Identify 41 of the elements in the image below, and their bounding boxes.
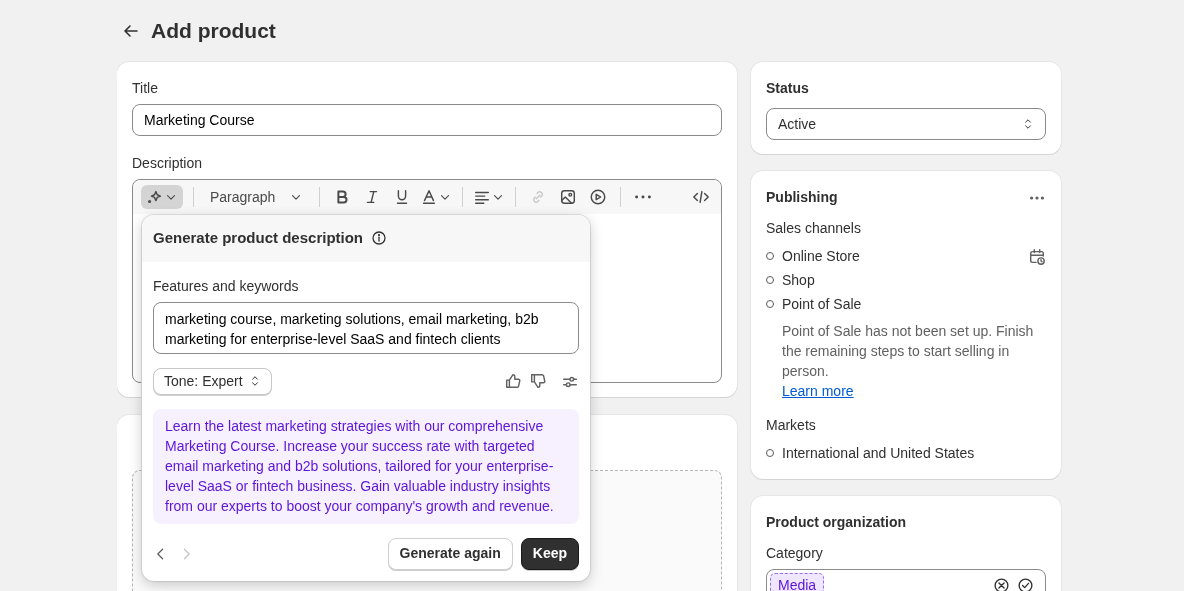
keywords-input[interactable]: marketing course, marketing solutions, email marketing, b2b marketing for enterprise-level SaaS and fintech clients (153, 301, 579, 354)
section-label: Sales channels (766, 219, 862, 238)
clear-icon[interactable] (993, 576, 1010, 591)
image-icon (559, 188, 578, 206)
ai-button[interactable] (141, 185, 183, 209)
category-tag: Media (770, 572, 825, 591)
play-icon (589, 188, 608, 206)
card-title: Product organization (766, 513, 907, 532)
thumbs-down-icon[interactable] (529, 372, 547, 390)
channel-name: Online Store (782, 246, 860, 266)
tone-select[interactable]: Tone: Expert (153, 367, 272, 395)
channel-name: International and United States (782, 443, 975, 463)
field-label: Category (766, 544, 824, 563)
title-input[interactable]: Marketing Course (132, 104, 722, 136)
channel-name: Point of Sale (782, 294, 862, 314)
channel-note: Point of Sale has not been set up. Finish the remaining steps to start selling in person. (781, 322, 1035, 381)
keep-button[interactable]: Keep (520, 537, 579, 570)
code-icon (692, 188, 710, 206)
card-title: Publishing (766, 188, 838, 207)
learn-more-link[interactable]: Learn more (782, 383, 854, 399)
confirm-icon[interactable] (1017, 576, 1034, 591)
sparkle-icon (146, 188, 164, 206)
more-icon (635, 195, 652, 199)
paragraph-select[interactable]: Paragraph (204, 185, 310, 209)
info-icon[interactable] (371, 230, 388, 247)
card-title: Status (766, 79, 810, 98)
field-label: Features and keywords (153, 276, 300, 296)
page-title: Add product (151, 18, 276, 44)
chevron-up-down-icon (1022, 117, 1034, 131)
channel-name: Shop (782, 270, 815, 290)
section-label: Markets (766, 416, 817, 435)
field-label: Description (132, 154, 204, 173)
field-label: Title (132, 79, 159, 98)
calendar-clock-icon (1028, 247, 1046, 266)
status-value: Active (778, 114, 817, 134)
popover-title: Generate product description (153, 228, 364, 248)
generated-description: Learn the latest marketing strategies with our comprehensive Marketing Course. Increase your success rate with targeted email marketing and b2b solutions, tailored for your enterprise-level SaaS or fintech business. Gain valuable industry insights from our experts to boost your company's growth and revenue. (153, 408, 579, 524)
category-field[interactable]: Media (766, 569, 1046, 591)
thumbs-up-icon[interactable] (504, 372, 522, 390)
status-select[interactable]: Active (766, 108, 1046, 140)
generate-again-button[interactable]: Generate again (387, 537, 513, 570)
